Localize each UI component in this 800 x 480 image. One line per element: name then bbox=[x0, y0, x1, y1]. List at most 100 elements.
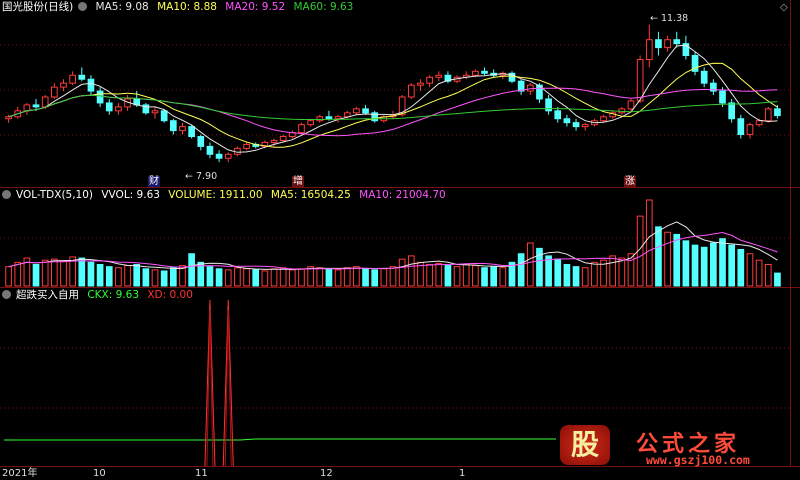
volume-bar bbox=[105, 266, 113, 287]
volume-bar bbox=[746, 253, 754, 287]
volume-bar bbox=[160, 270, 168, 287]
volume-bar bbox=[307, 266, 314, 287]
candle-body bbox=[526, 84, 534, 92]
volume-bar bbox=[14, 261, 22, 287]
candle-body bbox=[746, 124, 754, 136]
x-axis-label: 1 bbox=[459, 468, 466, 479]
volume-bar bbox=[664, 231, 671, 287]
volume-bar bbox=[609, 255, 617, 287]
volume-bar bbox=[517, 253, 525, 287]
volume-bar bbox=[188, 253, 195, 287]
candle-body bbox=[774, 108, 781, 117]
collapse-icon[interactable]: ◇ bbox=[780, 2, 788, 13]
high-price-marker: ← 11.38 bbox=[650, 13, 689, 24]
volume-bar bbox=[655, 226, 662, 287]
volume-bar bbox=[206, 266, 214, 287]
volume-bar bbox=[691, 244, 699, 287]
volume-bar bbox=[32, 264, 40, 287]
candle-body bbox=[719, 90, 726, 104]
candle-body bbox=[78, 74, 86, 80]
candle-body bbox=[151, 110, 159, 114]
candle-body bbox=[215, 153, 223, 159]
price-panel[interactable]: 国光股份(日线) MA5: 9.08 MA10: 8.88 MA20: 9.52… bbox=[0, 0, 790, 187]
candle-body bbox=[60, 82, 67, 88]
candle-body bbox=[728, 102, 735, 120]
volume-bar bbox=[462, 264, 470, 287]
volume-bar bbox=[353, 266, 360, 287]
volume-bar bbox=[710, 242, 717, 287]
volume-bar bbox=[407, 255, 415, 287]
volume-bar bbox=[343, 267, 351, 287]
candle-body bbox=[316, 116, 324, 122]
event-marker-2[interactable]: 增 bbox=[292, 176, 304, 187]
volume-bar bbox=[151, 269, 159, 287]
candle-body bbox=[627, 100, 635, 110]
candlestick-chart[interactable] bbox=[0, 0, 790, 186]
candle-body bbox=[636, 58, 644, 102]
candle-body bbox=[169, 120, 177, 132]
candle-body bbox=[645, 39, 653, 60]
volume-bar bbox=[316, 267, 324, 287]
volume-bar bbox=[755, 259, 763, 287]
volume-bar bbox=[279, 267, 287, 287]
volume-bar bbox=[673, 233, 681, 287]
candle-body bbox=[279, 136, 287, 141]
candle-body bbox=[581, 124, 589, 128]
event-marker-1[interactable]: 财 bbox=[148, 176, 160, 187]
event-marker-3[interactable]: 涨 bbox=[624, 176, 636, 187]
volume-bar bbox=[728, 244, 735, 287]
candle-body bbox=[87, 78, 95, 92]
volume-bar bbox=[298, 268, 305, 287]
candle-body bbox=[426, 76, 433, 84]
candle-body bbox=[572, 122, 580, 128]
volume-bar bbox=[41, 259, 49, 287]
volume-bar bbox=[499, 267, 507, 287]
volume-chart[interactable] bbox=[0, 188, 790, 288]
volume-bar bbox=[472, 265, 479, 287]
volume-bar bbox=[645, 199, 653, 287]
volume-bar bbox=[591, 261, 598, 287]
candle-body bbox=[243, 143, 250, 149]
candle-body bbox=[160, 110, 168, 122]
ma5-line bbox=[8, 44, 778, 153]
candle-body bbox=[325, 116, 333, 120]
volume-bar bbox=[87, 261, 95, 287]
volume-bar bbox=[563, 264, 571, 287]
candle-body bbox=[206, 145, 214, 155]
volume-bar bbox=[737, 248, 745, 287]
candle-body bbox=[435, 74, 443, 78]
candle-body bbox=[700, 70, 708, 84]
volume-bar bbox=[261, 270, 269, 287]
candle-body bbox=[554, 110, 562, 120]
candle-body bbox=[51, 86, 58, 98]
volume-bar bbox=[5, 266, 12, 287]
candle-body bbox=[307, 120, 314, 126]
right-scrollbar[interactable] bbox=[790, 0, 800, 466]
volume-bar bbox=[490, 266, 498, 287]
volume-bar bbox=[554, 258, 562, 287]
candle-body bbox=[270, 139, 278, 143]
volume-panel[interactable]: VOL-TDX(5,10) VVOL: 9.63 VOLUME: 1911.00… bbox=[0, 188, 790, 288]
volume-bar bbox=[243, 268, 250, 287]
volume-bar bbox=[398, 258, 406, 287]
candle-body bbox=[96, 90, 104, 104]
watermark-logo: 股 bbox=[560, 425, 610, 465]
volume-bar bbox=[334, 269, 342, 287]
volume-bar bbox=[288, 269, 296, 287]
volume-ma10-line bbox=[8, 231, 778, 270]
volume-bar bbox=[115, 267, 122, 287]
volume-bar bbox=[618, 257, 626, 287]
volume-bar bbox=[682, 240, 690, 287]
candle-body bbox=[362, 108, 369, 114]
candle-body bbox=[472, 70, 479, 76]
volume-bar bbox=[215, 268, 223, 287]
low-price-value: 7.90 bbox=[195, 171, 218, 182]
xd-spike-inner bbox=[224, 309, 232, 466]
candle-body bbox=[69, 74, 76, 84]
volume-bar bbox=[426, 264, 433, 287]
volume-bar bbox=[142, 268, 150, 287]
volume-bar bbox=[380, 268, 388, 287]
volume-bar bbox=[270, 268, 278, 287]
candle-body bbox=[105, 102, 113, 112]
ma10-line bbox=[8, 62, 778, 148]
